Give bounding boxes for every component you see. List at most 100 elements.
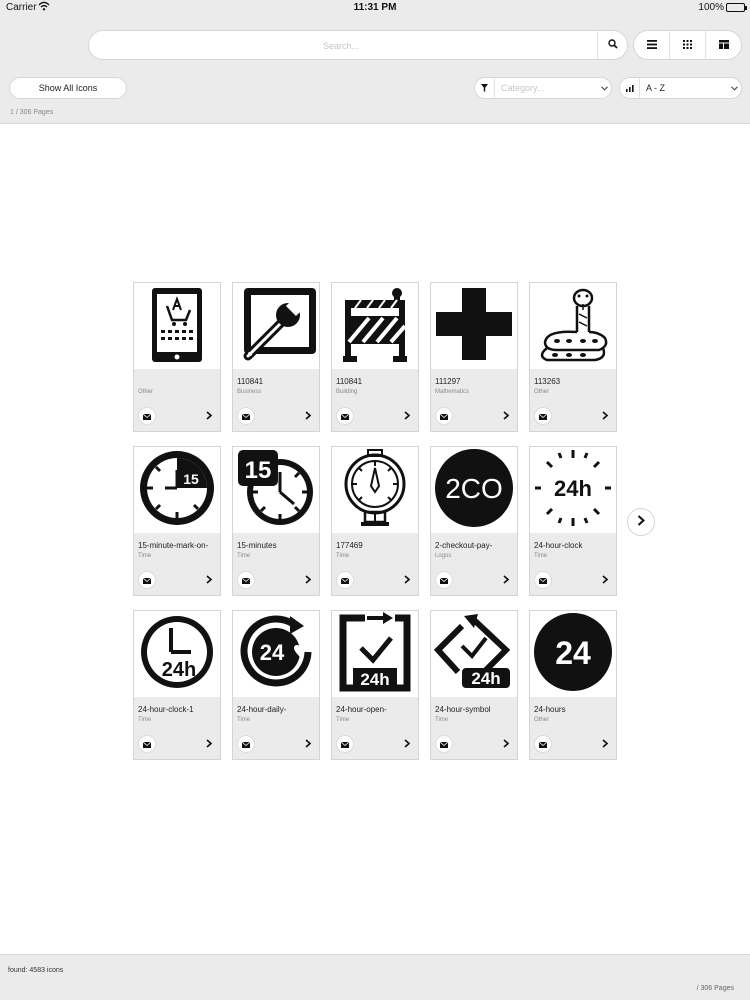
search-input[interactable] <box>101 36 581 56</box>
email-button[interactable] <box>336 571 354 589</box>
email-button[interactable] <box>435 735 453 753</box>
email-button[interactable] <box>138 571 156 589</box>
icon-preview <box>332 447 418 533</box>
email-button[interactable] <box>138 407 156 425</box>
clock-time: 11:31 PM <box>353 2 397 13</box>
mail-icon <box>241 571 251 589</box>
icon-card[interactable]: 24 24-hour-daily- Time <box>232 610 320 760</box>
email-button[interactable] <box>237 571 255 589</box>
chevron-right-icon <box>404 407 411 425</box>
email-button[interactable] <box>534 735 552 753</box>
search-bar <box>88 30 628 60</box>
icon-name: 113263 <box>534 377 561 386</box>
panel-icon <box>718 36 729 54</box>
icon-card[interactable]: 113263 Other <box>529 282 617 432</box>
icon-card[interactable]: 111297 Mathematics <box>430 282 518 432</box>
chevron-right-icon <box>305 571 312 589</box>
search-button[interactable] <box>597 31 627 59</box>
mail-icon <box>142 571 152 589</box>
24-hour-open-icon: 24h <box>335 611 415 697</box>
icon-card[interactable]: 110841 Building <box>331 282 419 432</box>
icon-card[interactable]: 24 24-hours Other <box>529 610 617 760</box>
icon-card[interactable]: 2CO 2-checkout-pay- Logos <box>430 446 518 596</box>
open-icon-button[interactable] <box>502 575 510 585</box>
icon-card[interactable]: 15 15-minutes Time <box>232 446 320 596</box>
category-select-value: Category... <box>501 83 545 93</box>
open-icon-button[interactable] <box>601 575 609 585</box>
24-hour-daily-icon: 24 <box>236 612 316 697</box>
open-icon-button[interactable] <box>601 411 609 421</box>
icon-name: 110841 <box>237 377 264 386</box>
icon-card[interactable]: 24h 24-hour-clock-1 Time <box>133 610 221 760</box>
road-barrier-icon <box>335 284 415 369</box>
icon-label-text: 24h <box>554 476 592 501</box>
sort-select[interactable]: A - Z <box>619 77 742 99</box>
open-icon-button[interactable] <box>403 739 411 749</box>
email-button[interactable] <box>336 735 354 753</box>
chevron-right-icon <box>503 735 510 753</box>
battery-percent: 100% <box>698 2 724 13</box>
list-view-button[interactable] <box>634 31 670 59</box>
email-button[interactable] <box>534 407 552 425</box>
plus-icon <box>434 284 514 369</box>
status-bar: Carrier 11:31 PM 100% <box>0 0 750 16</box>
panel-view-button[interactable] <box>706 31 741 59</box>
grid-icon <box>683 36 692 54</box>
icon-category: Other <box>534 389 550 395</box>
icon-card[interactable]: 110841 Business <box>232 282 320 432</box>
icon-category: Mathematics <box>435 389 470 395</box>
icon-logo-text: 2CO <box>445 473 503 504</box>
icon-name: 15-minutes <box>237 541 277 550</box>
grid-view-button[interactable] <box>670 31 706 59</box>
email-button[interactable] <box>534 571 552 589</box>
icon-category: Time <box>138 717 152 723</box>
icon-preview: 24 <box>233 611 319 697</box>
icon-card[interactable]: 24h 24-hour-clock Time <box>529 446 617 596</box>
icon-preview: 15 <box>233 447 319 533</box>
icon-card[interactable]: 177469 Time <box>331 446 419 596</box>
chevron-right-icon <box>503 571 510 589</box>
mail-icon <box>340 735 350 753</box>
icon-preview <box>431 283 517 369</box>
category-select[interactable]: Category... <box>474 77 612 99</box>
email-button[interactable] <box>435 407 453 425</box>
icon-label-text: 24 <box>555 635 591 671</box>
mail-icon <box>340 571 350 589</box>
chevron-right-icon <box>404 735 411 753</box>
results-count: found: 4583 icons <box>8 967 64 974</box>
icon-category: Time <box>336 717 350 723</box>
icon-card[interactable]: Other <box>133 282 221 432</box>
open-icon-button[interactable] <box>304 739 312 749</box>
open-icon-button[interactable] <box>205 411 213 421</box>
open-icon-button[interactable] <box>502 739 510 749</box>
email-button[interactable] <box>336 407 354 425</box>
icon-card[interactable]: 24h 24-hour-open- Time <box>331 610 419 760</box>
mail-icon <box>439 735 449 753</box>
icon-card[interactable]: 24h 24-hour-symbol Time <box>430 610 518 760</box>
icon-name: 111297 <box>435 377 461 386</box>
show-all-icons-button[interactable]: Show All Icons <box>9 77 127 99</box>
icon-preview <box>332 283 418 369</box>
24-hour-clock-icon: 24h <box>533 448 613 533</box>
open-icon-button[interactable] <box>304 575 312 585</box>
chevron-right-icon <box>206 571 213 589</box>
clock-fifteen-minutes-icon: 15 <box>236 448 316 533</box>
2checkout-logo-icon: 2CO <box>434 448 514 533</box>
open-icon-button[interactable] <box>502 411 510 421</box>
icon-card[interactable]: 15 15-minute-mark-on- Time <box>133 446 221 596</box>
email-button[interactable] <box>237 735 255 753</box>
email-button[interactable] <box>237 407 255 425</box>
open-icon-button[interactable] <box>205 739 213 749</box>
open-icon-button[interactable] <box>601 739 609 749</box>
clock-fifteen-mark-icon: 15 <box>137 448 217 533</box>
open-icon-button[interactable] <box>304 411 312 421</box>
open-icon-button[interactable] <box>403 411 411 421</box>
email-button[interactable] <box>435 571 453 589</box>
chevron-down-icon <box>727 85 741 91</box>
next-page-button[interactable] <box>627 508 655 536</box>
open-icon-button[interactable] <box>205 575 213 585</box>
icon-preview: 24 <box>530 611 616 697</box>
email-button[interactable] <box>138 735 156 753</box>
open-icon-button[interactable] <box>403 575 411 585</box>
24-hour-symbol-icon: 24h <box>433 612 514 697</box>
